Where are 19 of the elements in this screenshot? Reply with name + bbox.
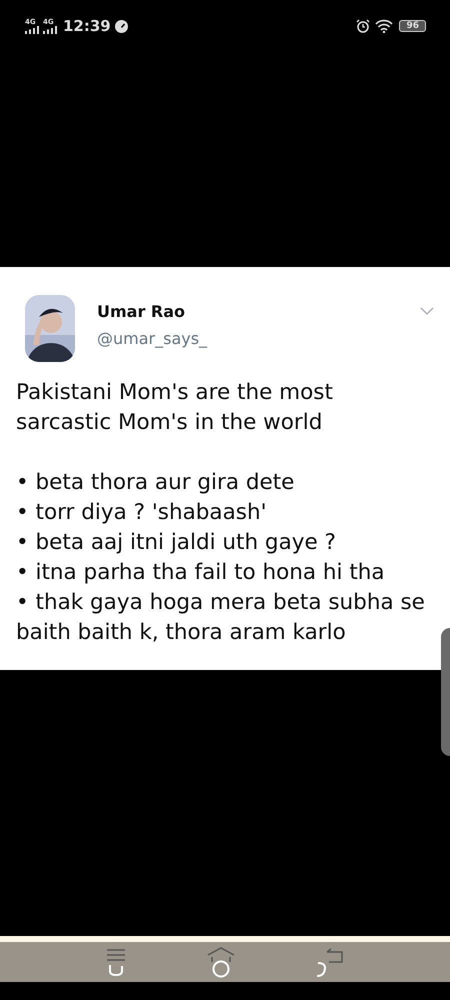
- bullet-item: • beta aaj itni jaldi uth gaye ?: [16, 529, 337, 557]
- battery-level: 96: [399, 20, 426, 32]
- bullet-item: • beta thora aur gira dete: [16, 469, 296, 497]
- user-handle: @umar_says_: [97, 329, 208, 348]
- alarm-icon: [356, 19, 370, 33]
- side-handle[interactable]: [441, 628, 450, 756]
- signal-icon: [25, 26, 39, 34]
- back-icon[interactable]: [315, 946, 346, 978]
- bullet-item: • itna parha tha fail to hona hi tha: [16, 559, 386, 587]
- speedometer-icon: [114, 20, 128, 32]
- wifi-icon: [375, 19, 394, 33]
- home-icon[interactable]: [206, 946, 236, 978]
- clock-time: 12:39: [63, 17, 111, 35]
- tweet-text: Pakistani Mom's are the most sarcastic Mom's in the world: [16, 379, 334, 437]
- bullet-item: • thak gaya hoga mera beta subha se baith baith k, thora aram karlo: [16, 589, 426, 647]
- menu-icon[interactable]: [104, 947, 127, 977]
- user-name: Umar Rao: [97, 302, 186, 321]
- bullet-item: • torr diya ? 'shabaash': [16, 499, 268, 527]
- signal-icon: [43, 26, 57, 34]
